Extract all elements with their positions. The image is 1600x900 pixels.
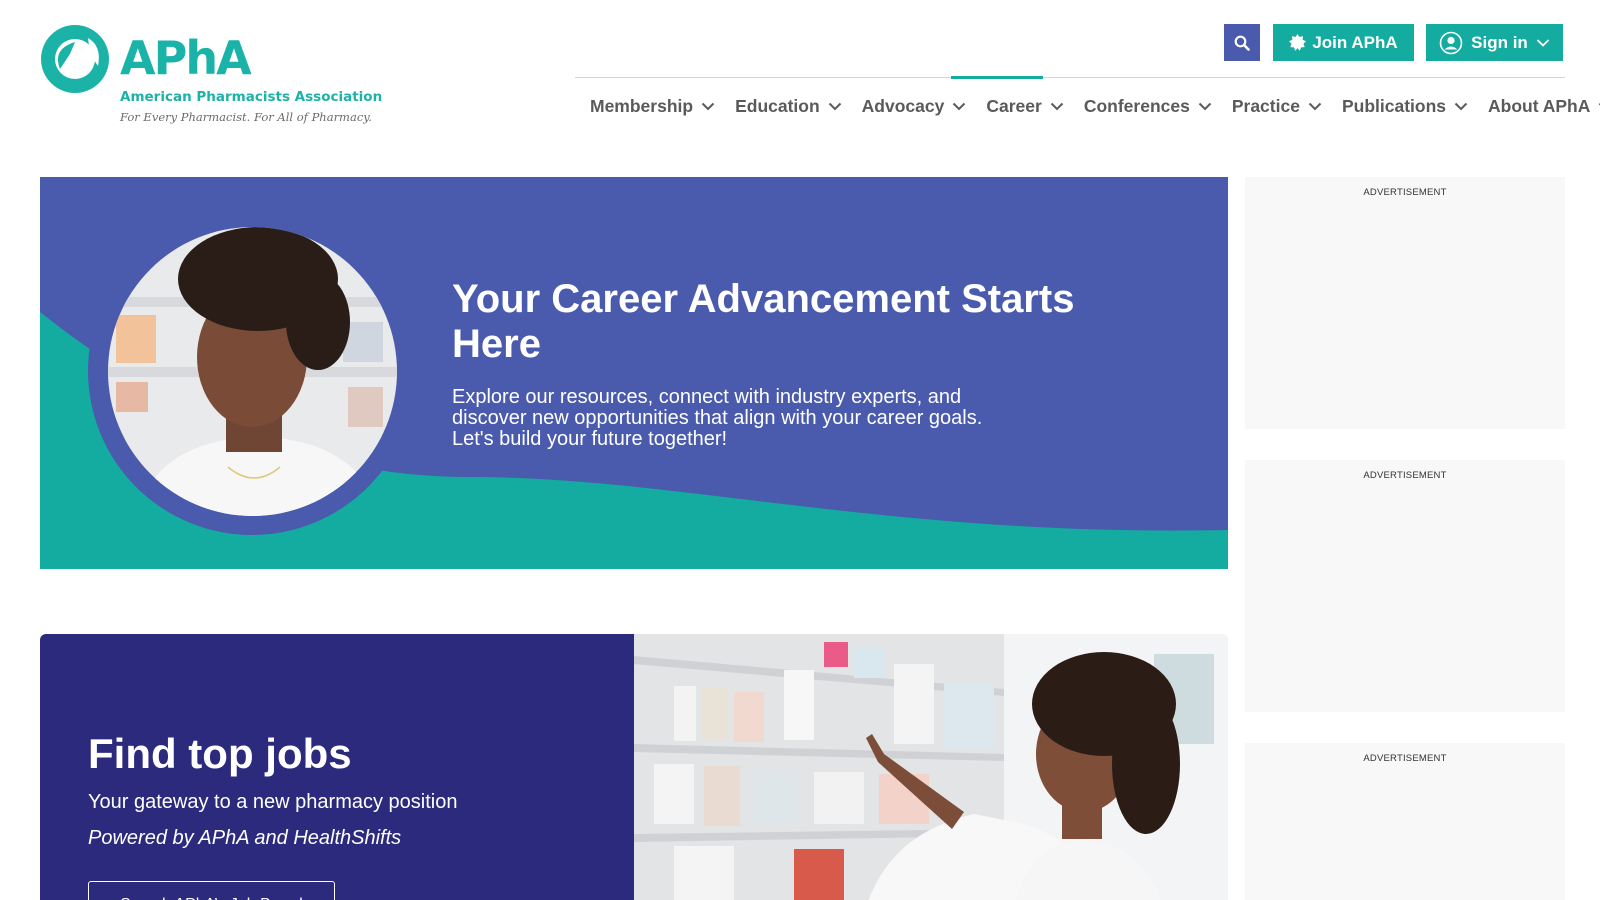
sign-in-label: Sign in <box>1471 32 1528 52</box>
nav-item-label: Advocacy <box>861 95 945 116</box>
nav-item-label: Publications <box>1341 95 1446 116</box>
logo-tagline: For Every Pharmacist. For All of Pharmac… <box>120 110 372 124</box>
pharmacist-portrait-image <box>108 227 397 516</box>
advertisement-slot-3[interactable]: ADVERTISEMENT <box>1245 743 1565 900</box>
career-hero-banner: Your Career Advancement Starts Here Expl… <box>40 177 1228 569</box>
find-jobs-card: Find top jobs Your gateway to a new phar… <box>40 634 1228 900</box>
advertisement-slot-2[interactable]: ADVERTISEMENT <box>1245 460 1565 712</box>
search-button[interactable] <box>1224 24 1260 61</box>
chevron-down-icon <box>1536 38 1549 47</box>
find-jobs-title: Find top jobs <box>88 730 352 777</box>
search-job-board-button[interactable]: Search APhA’s Job Board <box>88 881 335 900</box>
find-jobs-panel: Find top jobs Your gateway to a new phar… <box>40 634 634 900</box>
advertisement-label: ADVERTISEMENT <box>1363 753 1447 764</box>
nav-item-membership[interactable]: Membership <box>590 96 715 117</box>
main-nav: Membership Education Advocacy Career Con… <box>590 92 1600 120</box>
apha-logo[interactable]: APhA American Pharmacists Association Fo… <box>40 24 400 129</box>
logo-wordmark: APhA <box>120 31 252 85</box>
badge-icon <box>1289 34 1307 51</box>
chevron-down-icon <box>1050 102 1064 110</box>
nav-active-indicator <box>951 76 1043 79</box>
hero-description: Explore our resources, connect with indu… <box>452 386 983 450</box>
nav-item-label: About APhA <box>1488 95 1591 116</box>
nav-item-practice[interactable]: Practice <box>1232 96 1322 117</box>
nav-item-advocacy[interactable]: Advocacy <box>862 96 967 117</box>
nav-item-label: Membership <box>590 95 694 116</box>
nav-item-publications[interactable]: Publications <box>1342 96 1468 117</box>
chevron-down-icon <box>953 102 966 110</box>
join-apha-button[interactable]: Join APhA <box>1273 24 1414 61</box>
join-apha-label: Join APhA <box>1312 32 1398 52</box>
nav-item-label: Education <box>735 95 820 116</box>
logo-org-name: American Pharmacists Association <box>120 89 383 105</box>
user-circle-icon <box>1439 31 1463 54</box>
nav-item-label: Practice <box>1231 95 1300 116</box>
pharmacist-shelf-image <box>634 634 1228 900</box>
sign-in-button[interactable]: Sign in <box>1426 24 1563 61</box>
advertisement-label: ADVERTISEMENT <box>1363 470 1447 481</box>
chevron-down-icon <box>828 102 841 110</box>
advertisement-slot-1[interactable]: ADVERTISEMENT <box>1245 177 1565 429</box>
nav-item-conferences[interactable]: Conferences <box>1084 96 1212 117</box>
chevron-down-icon <box>1454 102 1468 110</box>
chevron-down-icon <box>1308 102 1322 110</box>
chevron-down-icon <box>701 102 715 110</box>
nav-item-education[interactable]: Education <box>735 96 842 117</box>
find-jobs-powered-by: Powered by APhA and HealthShifts <box>88 827 402 849</box>
nav-item-about-apha[interactable]: About APhA <box>1488 96 1600 117</box>
advertisement-label: ADVERTISEMENT <box>1363 187 1447 198</box>
hero-title: Your Career Advancement Starts Here <box>452 277 1075 366</box>
nav-item-career[interactable]: Career <box>986 95 1064 117</box>
nav-divider <box>575 77 1565 78</box>
apha-logo-mark-icon <box>41 25 109 93</box>
chevron-down-icon <box>1198 102 1212 110</box>
find-jobs-subtitle: Your gateway to a new pharmacy position <box>88 791 458 813</box>
nav-item-label: Career <box>986 95 1042 116</box>
nav-item-label: Conferences <box>1083 95 1190 116</box>
search-icon <box>1234 35 1250 51</box>
